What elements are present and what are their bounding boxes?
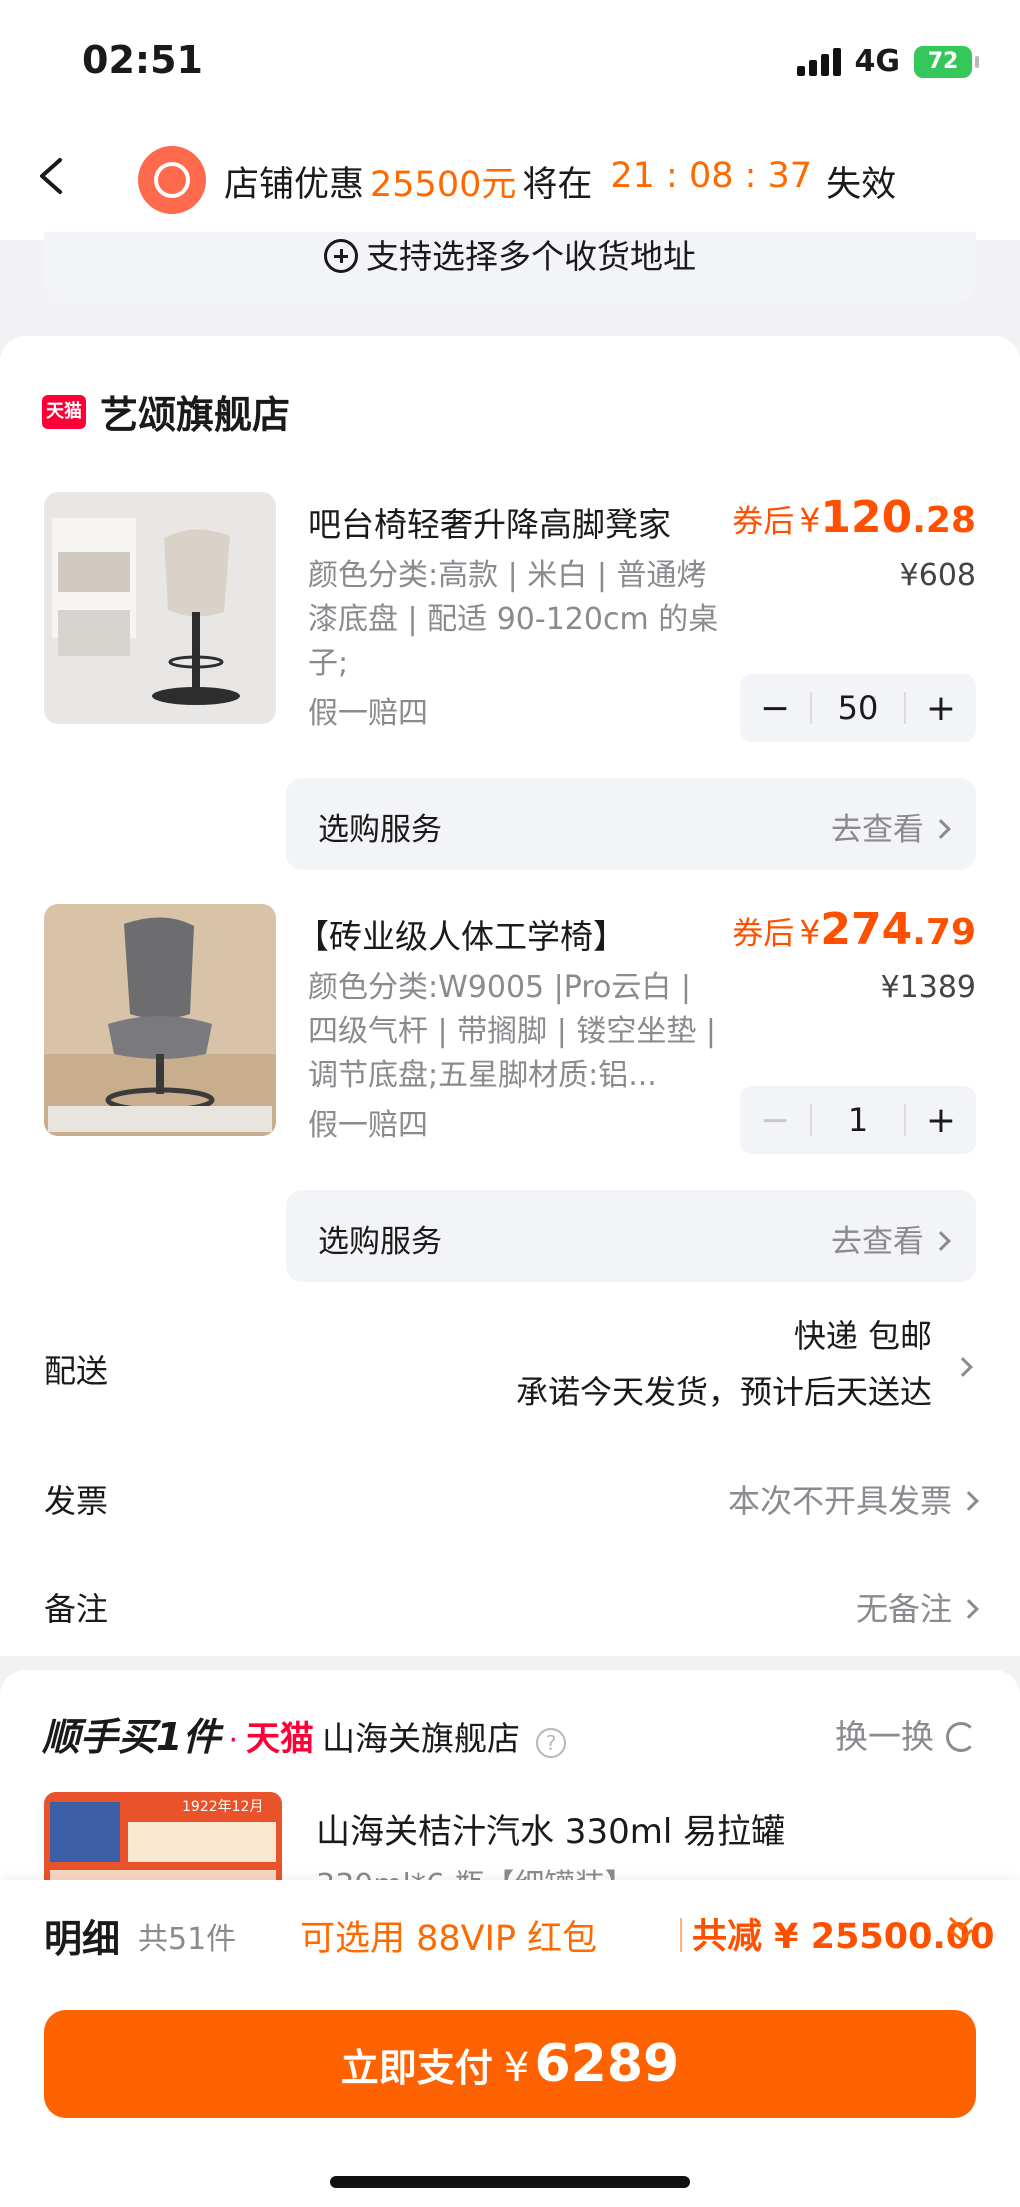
add-on-section: 顺手买1件 · 天猫 山海关旗舰店 ? 换一换 1922年12月 山海关桔汁汽水… [0,1670,1020,1910]
guarantee-label: 假一赔四 [308,696,428,731]
tmall-badge: 天猫 [42,394,86,429]
product-title[interactable]: 【砖业级人体工学椅】 [296,910,696,958]
original-price: ¥608 [899,558,976,593]
home-indicator [330,2176,690,2188]
product-price: 券后 ¥274.79 [732,904,976,955]
promo-suffix: 失效 [826,165,897,205]
divider [680,1918,682,1952]
cart-item: 吧台椅轻奢升降高脚凳家 颜色分类:高款 | 米白 | 普通烤漆底盘 | 配适 9… [0,492,1020,922]
price-integer: 120 [820,492,913,543]
product-spec[interactable]: 颜色分类:W9005 |Pro云白 | 四级气杆 | 带搁脚 | 镂空坐垫 | … [308,966,720,1098]
signal-icon [796,47,841,76]
add-on-product-title[interactable]: 山海关桔汁汽水 330ml 易拉罐 [316,1804,785,1853]
price-prefix: 券后 [732,916,795,952]
remark-row[interactable]: 备注 无备注 [44,1584,979,1644]
vip-coupon-link[interactable]: 可选用 88VIP 红包 [300,1910,597,1961]
delivery-label: 配送 [44,1352,109,1390]
timer-icon [138,146,206,214]
status-bar: 02:51 4G 72 [0,0,1020,120]
plus-circle-icon [324,239,358,273]
delivery-method: 快递 包邮 [793,1317,932,1355]
increase-button[interactable]: + [906,1100,976,1141]
shop-name[interactable]: 艺颂旗舰店 [100,384,290,439]
service-link[interactable]: 去查看 [831,1216,951,1261]
promo-timer: 21 : 08 : 37 [610,156,813,196]
price-decimal: .79 [912,912,976,953]
item-count: 共51件 [138,1922,237,1957]
increase-button[interactable]: + [906,688,976,729]
back-icon[interactable] [30,154,74,198]
price-currency: ¥ [799,501,821,540]
quantity-value[interactable]: 1 [810,1104,906,1136]
promo-prefix: 店铺优惠 [224,165,365,205]
add-on-shop-name[interactable]: 山海关旗舰店 [322,1712,520,1760]
network-type: 4G [854,44,901,79]
chevron-right-icon [931,819,951,839]
status-time: 02:51 [82,38,203,82]
promo-banner: 店铺优惠 25500元 将在 21 : 08 : 37 失效 [224,156,896,207]
battery-level: 72 [927,48,959,74]
battery-icon: 72 [914,45,979,78]
service-label: 选购服务 [318,1224,442,1260]
chevron-right-icon [959,1491,979,1511]
add-on-header: 顺手买1件 · 天猫 山海关旗舰店 ? [42,1706,566,1761]
quantity-stepper: − 50 + [740,674,976,742]
product-image-bar-stool[interactable] [44,492,276,724]
original-price: ¥1389 [880,970,976,1005]
product-price: 券后 ¥120.28 [732,492,976,543]
decrease-button[interactable]: − [740,688,810,729]
multi-address-button[interactable]: 支持选择多个收货地址 [44,232,976,304]
cart-item: 【砖业级人体工学椅】 颜色分类:W9005 |Pro云白 | 四级气杆 | 带搁… [0,904,1020,1334]
invoice-row[interactable]: 发票 本次不开具发票 [44,1476,979,1536]
quantity-stepper: − 1 + [740,1086,976,1154]
shop-card: 天猫 艺颂旗舰店 吧台椅轻奢升降高脚凳家 颜色分类:高款 | 米白 | 普通烤漆… [0,336,1020,1656]
swap-button[interactable]: 换一换 [835,1710,976,1758]
price-currency: ¥ [799,913,821,952]
product-title[interactable]: 吧台椅轻奢升降高脚凳家 [308,498,708,546]
guarantee-label: 假一赔四 [308,1108,428,1143]
header: 店铺优惠 25500元 将在 21 : 08 : 37 失效 [0,120,1020,240]
chevron-right-icon [953,1357,973,1377]
invoice-label: 发票 [44,1482,109,1520]
add-on-thumb-text: 1922年12月 [182,1799,264,1815]
pay-label: 立即支付 [340,2046,493,2090]
pay-currency: ¥ [503,2045,530,2091]
pay-amount: 6289 [534,2034,680,2094]
shop-header[interactable]: 天猫 艺颂旗舰店 [42,384,290,439]
promo-mid: 将在 [522,165,593,205]
price-decimal: .28 [912,500,976,541]
remark-value: 无备注 [856,1584,979,1630]
status-indicators: 4G 72 [796,44,979,79]
service-link[interactable]: 去查看 [831,804,951,849]
double-chevron-down-icon[interactable] [946,1910,976,1950]
price-integer: 274 [820,904,913,955]
promo-amount: 25500元 [370,165,517,205]
chevron-right-icon [931,1231,951,1251]
invoice-value: 本次不开具发票 [728,1476,979,1522]
service-label: 选购服务 [318,812,442,848]
detail-label: 明细 [44,1917,121,1961]
add-on-title: 顺手买1件 [42,1715,221,1759]
order-summary[interactable]: 明细 共51件 可选用 88VIP 红包 共减 ¥ 25500.00 [44,1904,995,1964]
product-image-ergonomic-chair[interactable] [44,904,276,1136]
help-icon[interactable]: ? [536,1728,566,1758]
delivery-row[interactable]: 配送 快递 包邮 承诺今天发货，预计后天送达 [44,1308,976,1428]
refresh-icon [946,1722,976,1752]
price-prefix: 券后 [732,504,795,540]
quantity-value[interactable]: 50 [810,692,906,724]
delivery-info: 快递 包邮 承诺今天发货，预计后天送达 [516,1308,932,1420]
remark-label: 备注 [44,1590,109,1628]
multi-address-label: 支持选择多个收货地址 [366,237,696,276]
chevron-right-icon [959,1599,979,1619]
pay-now-button[interactable]: 立即支付 ¥ 6289 [44,2010,976,2118]
delivery-promise: 承诺今天发货，预计后天送达 [515,1373,932,1411]
product-spec[interactable]: 颜色分类:高款 | 米白 | 普通烤漆底盘 | 配适 90-120cm 的桌子; [308,554,720,686]
service-row[interactable]: 选购服务 去查看 [286,778,976,870]
tmall-label: 天猫 [246,1719,314,1759]
service-row[interactable]: 选购服务 去查看 [286,1190,976,1282]
checkout-footer: 明细 共51件 可选用 88VIP 红包 共减 ¥ 25500.00 立即支付 … [0,1880,1020,2207]
decrease-button[interactable]: − [740,1100,810,1141]
